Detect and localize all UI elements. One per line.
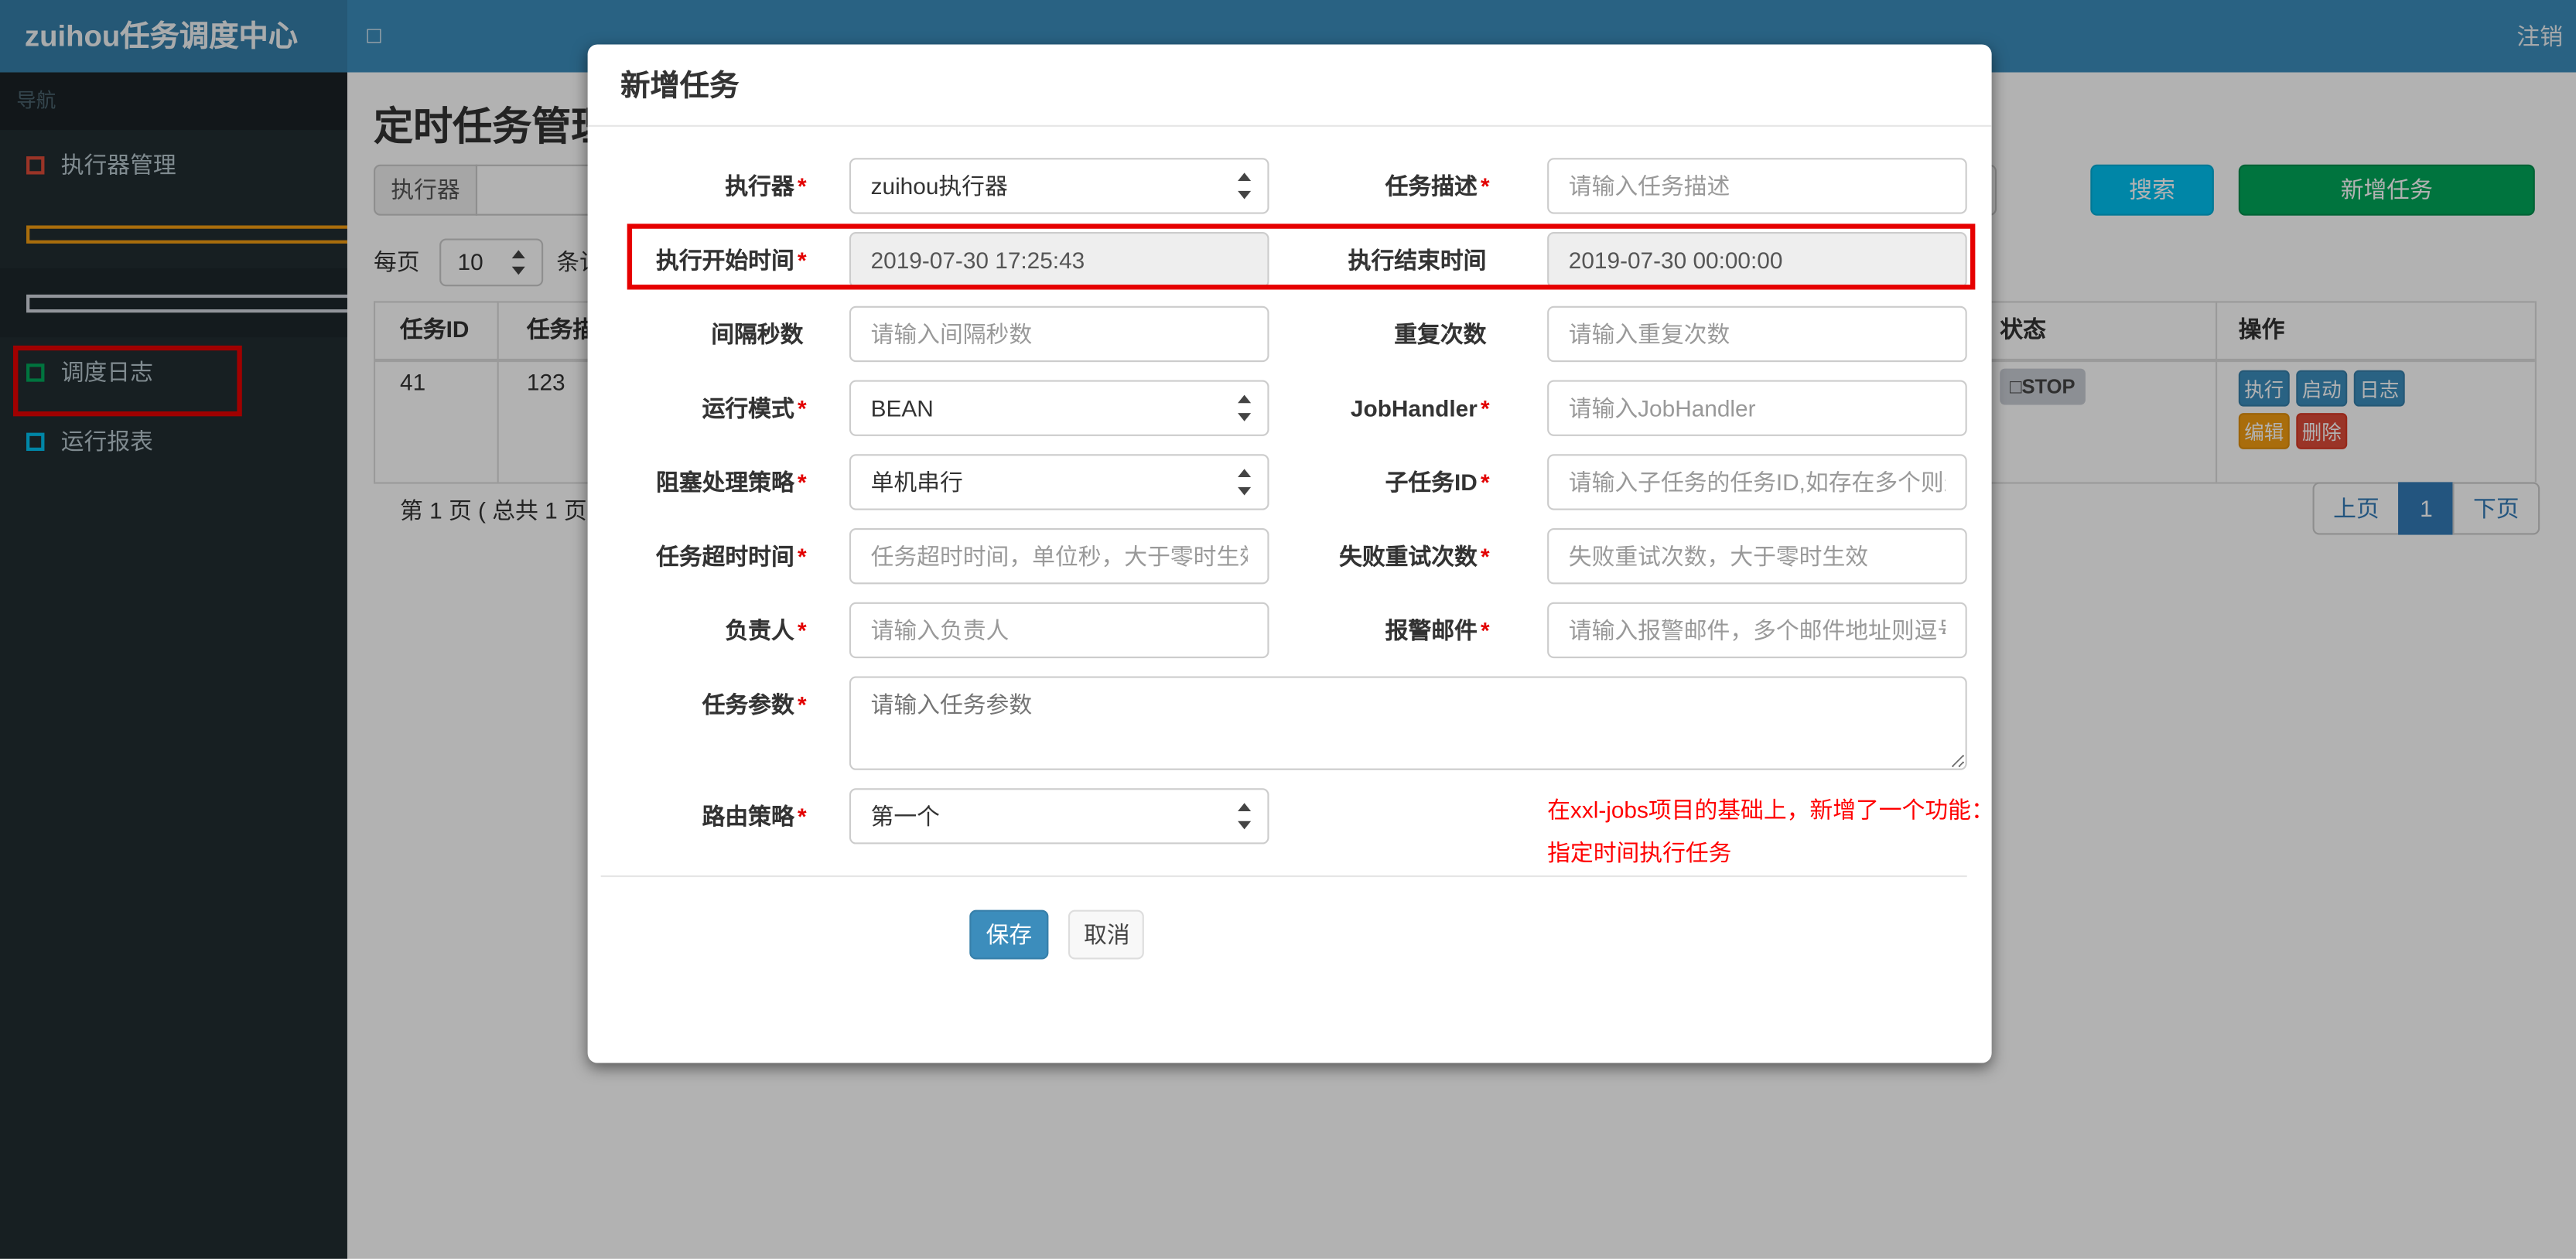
job-param-textarea[interactable] <box>849 676 1967 770</box>
block-strategy-select-value: 单机串行 <box>870 469 963 496</box>
timeout-input[interactable] <box>849 528 1269 585</box>
run-mode-select[interactable]: BEAN <box>849 380 1269 436</box>
select-arrows-icon <box>1236 790 1252 842</box>
retry-count-input[interactable] <box>1547 528 1967 585</box>
form-row-block-childjob: 阻塞处理策略 * 单机串行 子任务ID * <box>601 454 1967 510</box>
modal-title: 新增任务 <box>620 69 740 102</box>
field-label-retry-count: 失败重试次数 * <box>1339 543 1490 570</box>
start-time-input[interactable] <box>849 232 1269 288</box>
field-label-child-job-id: 子任务ID * <box>1385 469 1490 496</box>
modal-footer: 保存 取消 <box>600 875 1967 960</box>
form-row-timeout-retry: 任务超时时间* 失败重试次数* <box>601 528 1967 585</box>
field-label-owner: 负责人 * <box>725 616 807 643</box>
interval-seconds-input[interactable] <box>849 305 1269 363</box>
jobhandler-input[interactable] <box>1547 380 1967 436</box>
add-job-modal: 新增任务 执行器* zuihou执行器 任务描述* 执行开始时间* 执行结束时间 <box>587 44 1994 1063</box>
field-label-job-param: 任务参数 * <box>702 691 807 718</box>
select-arrows-icon <box>1236 455 1252 508</box>
field-label-executor: 执行器 * <box>725 172 807 200</box>
form-row-runmode-handler: 运行模式 * BEAN JobHandler * <box>601 380 1967 436</box>
field-label-block-strategy: 阻塞处理策略 * <box>656 469 807 496</box>
job-desc-input[interactable] <box>1547 158 1967 214</box>
alarm-email-input[interactable] <box>1547 602 1967 659</box>
route-strategy-select-value: 第一个 <box>870 803 940 830</box>
child-job-id-input[interactable] <box>1547 454 1967 510</box>
form-row-owner-email: 负责人* 报警邮件* <box>601 602 1967 659</box>
field-label-run-mode: 运行模式 * <box>702 394 807 421</box>
field-label-route-strategy: 路由策略 * <box>702 803 807 830</box>
owner-input[interactable] <box>849 602 1269 659</box>
app-root: zuihou任务调度中心 □ 注销 导航 执行器管理 Cron任务管理 定时任务… <box>0 0 2576 1259</box>
form-row-interval-repeat: 间隔秒数 重复次数 <box>601 305 1967 363</box>
field-label-alarm-email: 报警邮件 * <box>1385 616 1490 643</box>
select-arrows-icon <box>1236 159 1252 212</box>
form-row-start-end-time: 执行开始时间* 执行结束时间 <box>601 232 1967 288</box>
form-row-route-strategy: 路由策略 * 第一个 在xxl-jobs项目的基础上，新增了一个功能： 指定时间执… <box>601 788 1994 865</box>
field-label-job-desc: 任务描述 * <box>1385 172 1490 200</box>
field-label-timeout: 任务超时时间 * <box>656 543 807 570</box>
form-row-executor-desc: 执行器 * zuihou执行器 任务描述 * <box>601 158 1967 214</box>
save-button[interactable]: 保存 <box>969 909 1049 960</box>
select-arrows-icon <box>1236 382 1252 435</box>
field-label-interval: 间隔秒数 <box>711 320 804 347</box>
cancel-button[interactable]: 取消 <box>1068 909 1145 960</box>
field-label-end-time: 执行结束时间 <box>1348 247 1487 274</box>
run-mode-select-value: BEAN <box>870 394 934 421</box>
executor-select-value: zuihou执行器 <box>870 172 1008 200</box>
executor-select[interactable]: zuihou执行器 <box>849 158 1269 214</box>
modal-body: 执行器* zuihou执行器 任务描述* 执行开始时间* 执行结束时间 间隔秒数… <box>588 127 1994 960</box>
route-strategy-select[interactable]: 第一个 <box>849 788 1269 844</box>
block-strategy-select[interactable]: 单机串行 <box>849 454 1269 510</box>
field-label-jobhandler: JobHandler * <box>1350 394 1490 421</box>
field-label-repeat: 重复次数 <box>1394 320 1487 347</box>
modal-header: 新增任务 <box>587 44 1992 127</box>
form-row-job-param: 任务参数 * <box>601 676 1967 770</box>
feature-note-text: 在xxl-jobs项目的基础上，新增了一个功能： 指定时间执行任务 <box>1547 796 1994 866</box>
end-time-input[interactable] <box>1547 232 1967 288</box>
field-label-start-time: 执行开始时间 * <box>656 247 807 274</box>
repeat-count-input[interactable] <box>1547 305 1967 363</box>
